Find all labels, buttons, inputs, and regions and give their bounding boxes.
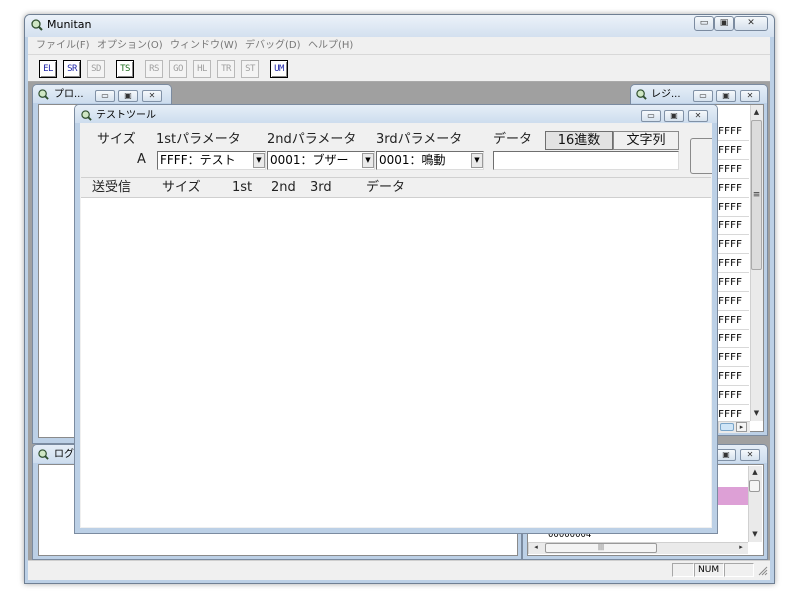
testtool-minimize-button[interactable]: ▭: [641, 110, 661, 122]
window-title: Munitan: [47, 18, 92, 31]
memory-scrollbar-thumb[interactable]: [749, 480, 760, 492]
param1-select[interactable]: FFFF：テスト: [157, 151, 266, 170]
testtool-window-title: テストツール: [96, 110, 156, 121]
register-window-icon: [636, 89, 647, 100]
log-window-title: ログ: [54, 449, 74, 460]
memory-hscrollbar-thumb[interactable]: |||: [545, 543, 657, 553]
minimize-button[interactable]: ▭: [694, 16, 714, 31]
data-input[interactable]: [493, 151, 679, 170]
chevron-down-icon[interactable]: ▼: [471, 153, 483, 168]
log-window-icon: [38, 449, 49, 460]
memory-highlight-cell: [718, 487, 748, 505]
status-bar: [28, 560, 770, 580]
scroll-right-arrow-icon[interactable]: ▸: [736, 422, 747, 432]
size-value: A: [137, 152, 146, 167]
program-window-title: プロ...: [54, 89, 84, 100]
chevron-down-icon[interactable]: ▼: [362, 153, 374, 168]
register-hscrollbar-thumb[interactable]: [720, 423, 734, 431]
register-value: FFFF: [718, 200, 749, 217]
close-button[interactable]: ✕: [734, 16, 768, 31]
munitan-app-icon: [31, 19, 43, 31]
register-value: FFFF: [718, 369, 749, 386]
testtool-window-icon: [81, 110, 92, 121]
scroll-left-arrow-icon[interactable]: ◂: [531, 543, 541, 551]
hex-mode-button[interactable]: 16進数: [545, 131, 613, 150]
column-header-size[interactable]: サイズ: [162, 180, 201, 196]
toolbar-ts-button[interactable]: TS: [116, 60, 134, 78]
menu-options[interactable]: オプション(O): [97, 39, 163, 53]
testtool-window-titlebar[interactable]: [75, 105, 717, 123]
resize-grip-icon[interactable]: [758, 566, 768, 576]
column-header-3rd[interactable]: 3rd: [310, 180, 332, 196]
column-header-2nd[interactable]: 2nd: [271, 180, 296, 196]
chevron-down-icon[interactable]: ▼: [253, 153, 265, 168]
toolbar-rs-button[interactable]: RS: [145, 60, 163, 78]
register-value: FFFF: [718, 331, 749, 348]
register-value: FFFF: [718, 237, 749, 254]
param1-label: 1stパラメータ: [156, 132, 241, 147]
memory-close-button[interactable]: ✕: [740, 449, 760, 461]
data-label: データ: [493, 132, 533, 147]
toolbar: [28, 55, 770, 82]
testtool-close-button[interactable]: ✕: [688, 110, 708, 122]
toolbar-sr-button[interactable]: SR: [63, 60, 81, 78]
toolbar-um-button[interactable]: UM: [270, 60, 288, 78]
memory-maximize-button[interactable]: ▣: [716, 449, 736, 461]
toolbar-el-button[interactable]: EL: [39, 60, 57, 78]
register-value: FFFF: [718, 218, 749, 235]
toolbar-tr-button[interactable]: TR: [217, 60, 235, 78]
testtool-maximize-button[interactable]: ▣: [664, 110, 684, 122]
menu-file[interactable]: ファイル(F): [36, 39, 90, 53]
program-window-icon: [38, 89, 49, 100]
menu-window[interactable]: ウィンドウ(W): [170, 39, 238, 53]
scroll-down-arrow-icon[interactable]: ▼: [750, 409, 763, 417]
menu-help[interactable]: ヘルプ(H): [308, 39, 353, 53]
param3-label: 3rdパラメータ: [376, 132, 463, 147]
num-lock-indicator: NUM: [694, 563, 724, 577]
column-header-1st[interactable]: 1st: [232, 180, 252, 196]
register-value: FFFF: [718, 313, 749, 330]
param3-select[interactable]: 0001：鳴動: [376, 151, 484, 170]
maximize-button[interactable]: ▣: [714, 16, 734, 31]
param2-label: 2ndパラメータ: [267, 132, 357, 147]
register-close-button[interactable]: ✕: [740, 90, 760, 102]
register-window-title: レジ...: [651, 89, 681, 100]
toolbar-st-button[interactable]: ST: [241, 60, 259, 78]
string-mode-button[interactable]: 文字列: [613, 131, 679, 150]
register-value: FFFF: [718, 256, 749, 273]
size-label: サイズ: [97, 132, 136, 147]
message-list[interactable]: [81, 197, 711, 527]
program-close-button[interactable]: ✕: [142, 90, 162, 102]
scroll-right-arrow-icon[interactable]: ▸: [736, 543, 746, 551]
toolbar-sd-button[interactable]: SD: [87, 60, 105, 78]
register-value: FFFF: [718, 388, 749, 405]
program-minimize-button[interactable]: ▭: [95, 90, 115, 102]
scroll-down-arrow-icon[interactable]: ▼: [748, 530, 762, 538]
program-maximize-button[interactable]: ▣: [118, 90, 138, 102]
register-value: FFFF: [718, 350, 749, 367]
send-button[interactable]: [690, 138, 712, 174]
column-header-data[interactable]: データ: [366, 180, 405, 196]
register-value: FFFF: [718, 162, 749, 179]
status-pane: [724, 563, 754, 577]
register-value: FFFF: [718, 143, 749, 160]
scroll-grip-icon: ≡: [752, 190, 761, 200]
main-titlebar[interactable]: [25, 15, 774, 37]
register-value: FFFF: [718, 294, 749, 311]
register-value: FFFF: [718, 124, 749, 141]
register-minimize-button[interactable]: ▭: [693, 90, 713, 102]
register-value: FFFF: [718, 275, 749, 292]
scroll-up-arrow-icon[interactable]: ▲: [750, 108, 763, 116]
toolbar-hl-button[interactable]: HL: [193, 60, 211, 78]
status-pane: [672, 563, 694, 577]
scroll-up-arrow-icon[interactable]: ▲: [748, 468, 762, 476]
register-value: FFFF: [718, 181, 749, 198]
column-header-direction[interactable]: 送受信: [92, 180, 131, 196]
menu-debug[interactable]: デバッグ(D): [245, 39, 301, 53]
register-maximize-button[interactable]: ▣: [716, 90, 736, 102]
param2-select[interactable]: 0001：ブザー: [267, 151, 375, 170]
toolbar-go-button[interactable]: GO: [169, 60, 187, 78]
